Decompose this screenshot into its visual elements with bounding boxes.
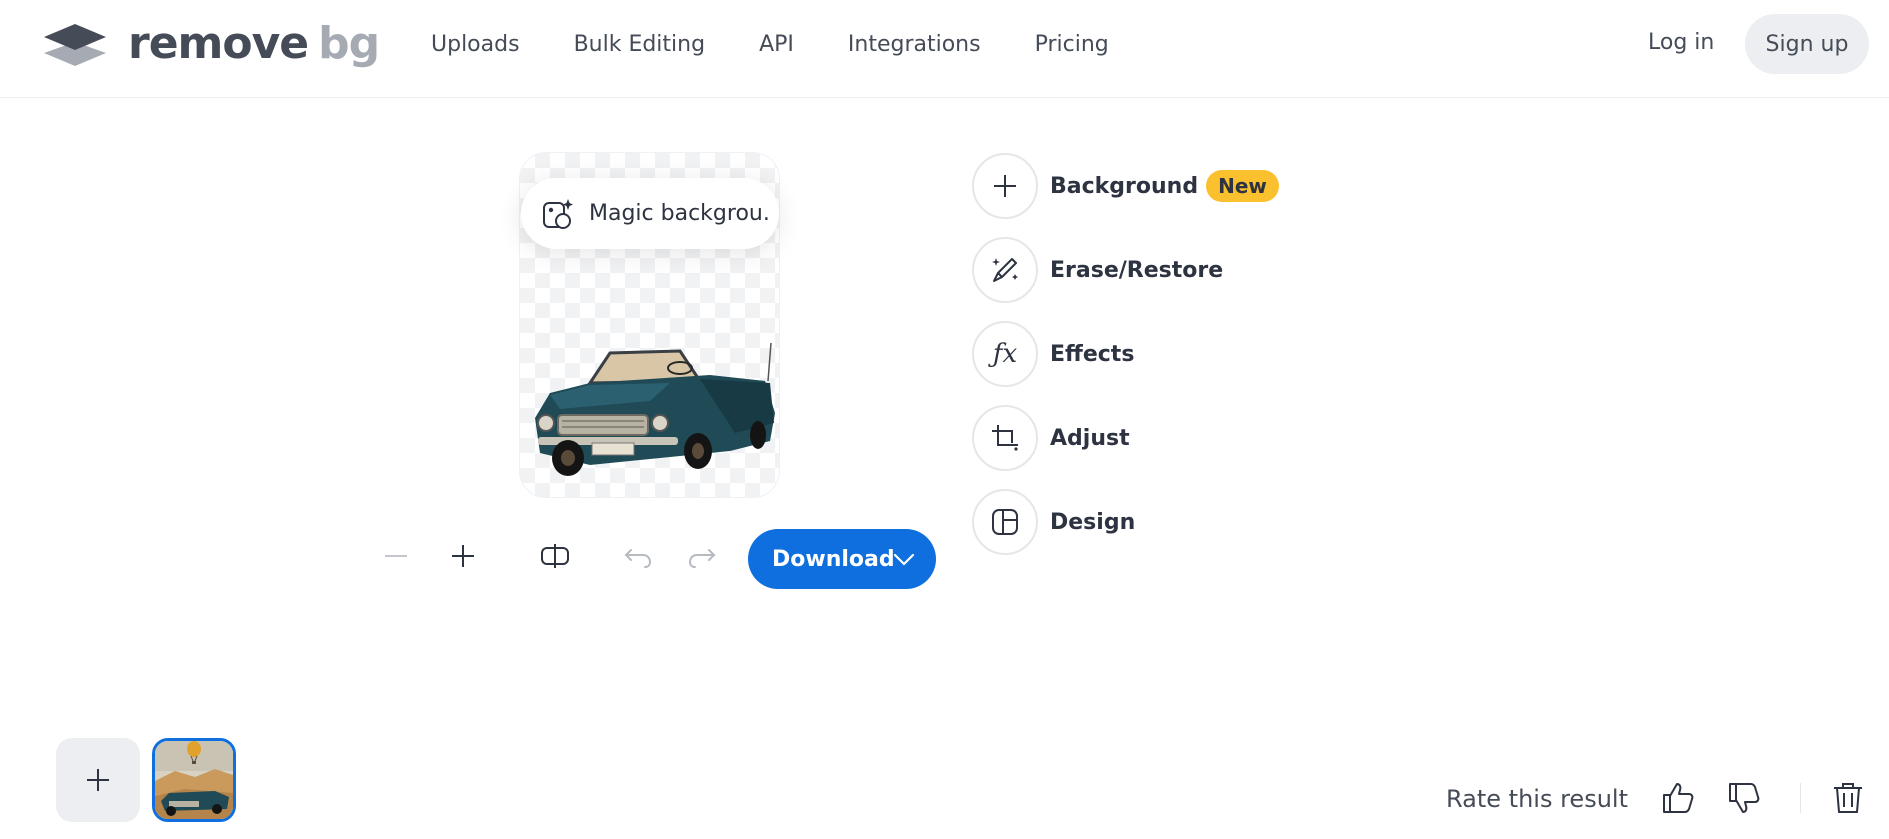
layers-logo-icon <box>44 24 106 66</box>
nav-integrations[interactable]: Integrations <box>848 32 981 57</box>
remove-bg-logo[interactable]: remove bg <box>42 18 380 69</box>
magic-image-icon <box>543 198 573 229</box>
logo-wordmark: remove bg <box>128 18 380 69</box>
new-badge: New <box>1206 170 1279 202</box>
crop-icon <box>992 425 1018 451</box>
tool-adjust-circle <box>972 405 1038 471</box>
zoom-out-button[interactable] <box>374 534 418 578</box>
tool-adjust[interactable]: Adjust <box>972 405 1130 471</box>
minus-icon <box>385 555 407 557</box>
car-image <box>535 342 775 476</box>
top-header: remove bg Uploads Bulk Editing API Integr… <box>0 0 1889 98</box>
plus-icon <box>87 769 109 791</box>
thumbs-down-icon[interactable] <box>1726 780 1762 816</box>
brush-sparkle-icon <box>992 258 1018 282</box>
login-link[interactable]: Log in <box>1648 30 1714 55</box>
nav-pricing[interactable]: Pricing <box>1035 32 1109 57</box>
nav-uploads[interactable]: Uploads <box>431 32 520 57</box>
signup-button[interactable]: Sign up <box>1745 14 1869 74</box>
undo-button[interactable] <box>616 534 660 578</box>
tool-erase-restore-label: Erase/Restore <box>1050 257 1224 283</box>
plus-icon <box>452 545 474 567</box>
thumbnail-image <box>155 741 233 819</box>
tool-erase-restore-circle <box>972 237 1038 303</box>
logo-word-remove: remove <box>128 18 309 69</box>
chevron-down-icon[interactable] <box>892 547 916 571</box>
compare-button[interactable] <box>533 534 577 578</box>
nav-bulk-editing[interactable]: Bulk Editing <box>574 32 706 57</box>
rate-result-label: Rate this result <box>1446 785 1628 813</box>
tool-adjust-label: Adjust <box>1050 425 1130 451</box>
magic-background-button[interactable]: Magic backgrou... <box>521 178 779 249</box>
tool-effects-circle: ƒx <box>972 321 1038 387</box>
layout-icon <box>992 509 1018 535</box>
tool-background-label: Background <box>1050 173 1199 199</box>
magic-background-label: Magic backgrou... <box>589 201 771 226</box>
tool-effects[interactable]: ƒx Effects <box>972 321 1134 387</box>
tool-effects-label: Effects <box>1050 341 1135 367</box>
thumbs-up-icon[interactable] <box>1660 780 1696 816</box>
plus-icon <box>994 175 1016 197</box>
main-nav: Uploads Bulk Editing API Integrations Pr… <box>431 0 1163 88</box>
redo-icon <box>688 549 716 568</box>
nav-api[interactable]: API <box>759 32 794 57</box>
undo-icon <box>624 549 652 568</box>
fx-icon: ƒx <box>992 339 1018 369</box>
download-label: Download <box>772 546 895 572</box>
zoom-in-button[interactable] <box>441 534 485 578</box>
tool-design-label: Design <box>1050 509 1136 535</box>
tool-erase-restore[interactable]: Erase/Restore <box>972 237 1223 303</box>
download-button[interactable]: Download <box>748 529 936 589</box>
trash-icon[interactable] <box>1830 780 1866 816</box>
tool-design-circle <box>972 489 1038 555</box>
tool-design[interactable]: Design <box>972 489 1135 555</box>
divider <box>1800 783 1801 813</box>
image-thumbnail[interactable] <box>152 738 236 822</box>
tool-background[interactable]: Background New <box>972 153 1279 219</box>
compare-icon <box>541 544 569 568</box>
redo-button[interactable] <box>680 534 724 578</box>
logo-word-bg: bg <box>318 18 380 69</box>
tool-background-circle <box>972 153 1038 219</box>
add-image-button[interactable] <box>56 738 140 822</box>
